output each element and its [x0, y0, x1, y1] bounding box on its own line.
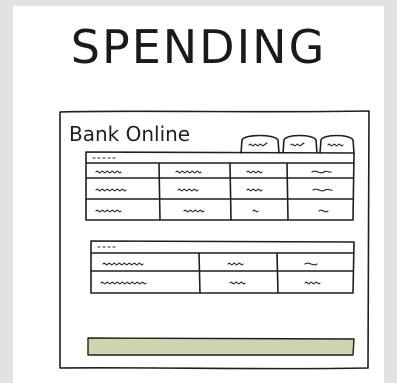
- window-frame: [59, 110, 370, 370]
- app-name: Bank Online: [69, 122, 191, 146]
- tab-2[interactable]: [282, 134, 318, 154]
- table-top-scribbles: [92, 157, 333, 213]
- tab-3[interactable]: [319, 134, 355, 154]
- bank-window-sketch: [59, 110, 370, 370]
- transactions-table-top: [85, 151, 355, 221]
- spending-bar: [87, 337, 355, 356]
- window-tabs: [240, 134, 355, 154]
- transactions-table-bottom: [90, 240, 355, 294]
